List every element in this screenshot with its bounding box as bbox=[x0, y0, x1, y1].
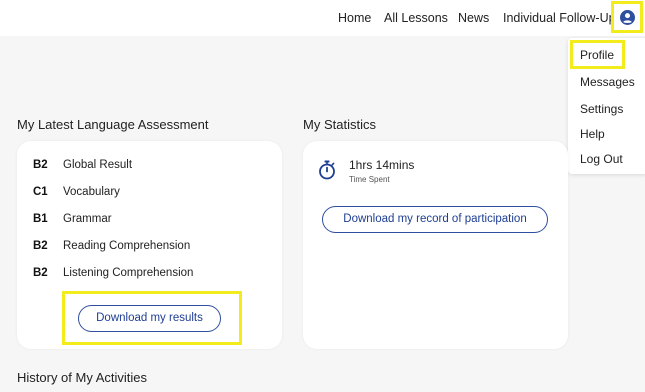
nav-link-individual-follow-up[interactable]: Individual Follow-Up bbox=[503, 11, 616, 25]
skill-global-result: Global Result bbox=[63, 159, 133, 171]
nav-link-news[interactable]: News bbox=[458, 11, 489, 25]
time-spent-value: 1hrs 14mins bbox=[349, 158, 415, 172]
menu-item-help[interactable]: Help bbox=[580, 127, 605, 141]
statistics-card bbox=[303, 141, 568, 349]
skill-reading-comprehension: Reading Comprehension bbox=[63, 240, 191, 252]
menu-item-settings[interactable]: Settings bbox=[580, 102, 623, 116]
level-listening-comprehension: B2 bbox=[33, 267, 48, 279]
skill-listening-comprehension: Listening Comprehension bbox=[63, 267, 194, 279]
level-grammar: B1 bbox=[33, 213, 48, 225]
user-circle-icon bbox=[620, 10, 635, 25]
assessment-section-title: My Latest Language Assessment bbox=[17, 117, 209, 132]
download-participation-record-button[interactable]: Download my record of participation bbox=[322, 206, 548, 233]
top-navigation-bar: Home All Lessons News Individual Follow-… bbox=[0, 0, 645, 36]
statistics-section-title: My Statistics bbox=[303, 117, 376, 132]
profile-highlight-box bbox=[570, 40, 625, 69]
skill-vocabulary: Vocabulary bbox=[63, 186, 120, 198]
skill-grammar: Grammar bbox=[63, 213, 112, 225]
level-vocabulary: C1 bbox=[33, 186, 48, 198]
stopwatch-icon bbox=[319, 160, 335, 180]
time-spent-label: Time Spent bbox=[349, 175, 390, 184]
nav-link-home[interactable]: Home bbox=[338, 11, 371, 25]
menu-item-messages[interactable]: Messages bbox=[580, 75, 635, 89]
level-reading-comprehension: B2 bbox=[33, 240, 48, 252]
download-results-button[interactable]: Download my results bbox=[78, 305, 221, 332]
account-menu-button[interactable] bbox=[611, 1, 643, 33]
nav-link-all-lessons[interactable]: All Lessons bbox=[384, 11, 448, 25]
history-section-title: History of My Activities bbox=[17, 370, 148, 385]
level-global-result: B2 bbox=[33, 159, 48, 171]
menu-item-log-out[interactable]: Log Out bbox=[580, 152, 623, 166]
